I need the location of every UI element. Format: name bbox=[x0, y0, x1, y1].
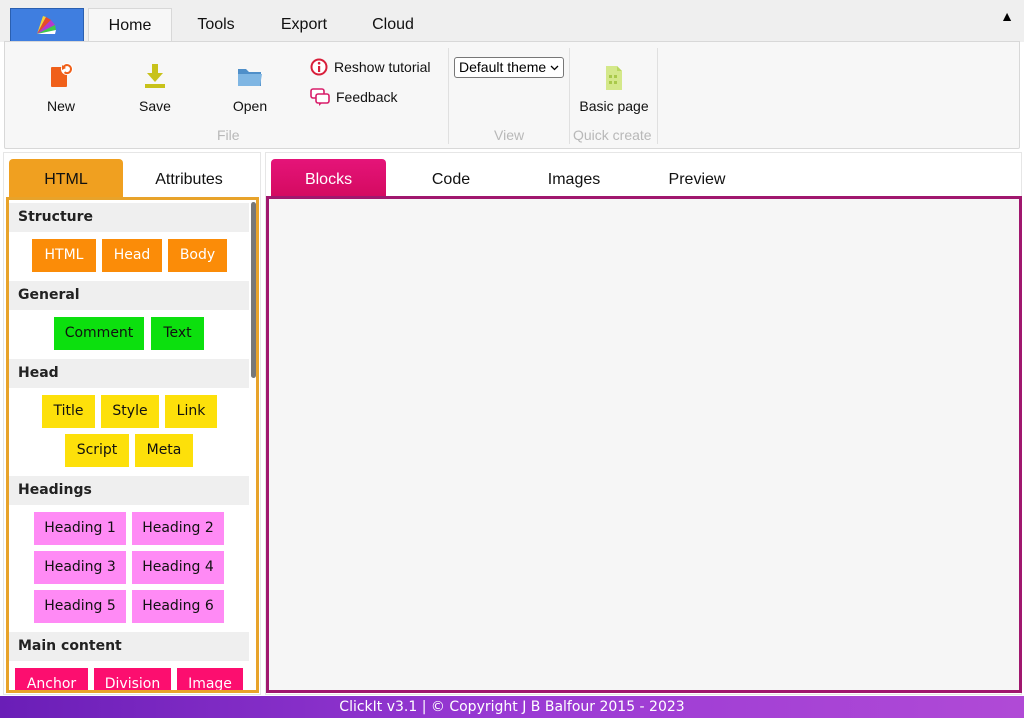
new-button[interactable]: New bbox=[41, 60, 81, 114]
block-comment[interactable]: Comment bbox=[54, 317, 144, 350]
tab-code[interactable]: Code bbox=[391, 159, 511, 197]
ribbon-tab-tools[interactable]: Tools bbox=[180, 8, 252, 42]
ribbon-tab-bar: Home Tools Export Cloud ▲ bbox=[0, 0, 1024, 43]
reshow-tutorial-label: Reshow tutorial bbox=[334, 59, 431, 75]
block-heading-4[interactable]: Heading 4 bbox=[132, 551, 224, 584]
blocks-palette: Structure HTML Head Body General Comment… bbox=[6, 197, 259, 693]
block-heading-5[interactable]: Heading 5 bbox=[34, 590, 126, 623]
info-icon bbox=[310, 58, 328, 76]
ribbon-separator bbox=[448, 48, 449, 144]
section-title-general: General bbox=[9, 281, 249, 310]
basic-page-icon bbox=[606, 66, 622, 90]
block-html[interactable]: HTML bbox=[32, 239, 96, 272]
basic-page-label: Basic page bbox=[579, 98, 649, 114]
save-icon bbox=[145, 64, 165, 88]
new-file-icon bbox=[51, 63, 73, 87]
right-pane: Blocks Code Images Preview bbox=[265, 152, 1022, 695]
tab-blocks[interactable]: Blocks bbox=[271, 159, 386, 197]
ribbon-tab-export[interactable]: Export bbox=[266, 8, 342, 42]
view-group-label: View bbox=[494, 127, 525, 143]
app-logo[interactable] bbox=[10, 8, 84, 42]
theme-select[interactable]: Default theme bbox=[454, 57, 564, 78]
palette-scrollbar[interactable] bbox=[251, 202, 256, 378]
block-heading-1[interactable]: Heading 1 bbox=[34, 512, 126, 545]
open-folder-icon bbox=[238, 69, 262, 86]
block-body[interactable]: Body bbox=[168, 239, 227, 272]
feedback-label: Feedback bbox=[336, 89, 398, 105]
block-division[interactable]: Division bbox=[94, 668, 171, 690]
section-title-head: Head bbox=[9, 359, 249, 388]
ribbon-separator bbox=[657, 48, 658, 144]
tab-preview[interactable]: Preview bbox=[637, 159, 757, 197]
save-button[interactable]: Save bbox=[133, 60, 177, 114]
ribbon-separator bbox=[569, 48, 570, 144]
feedback-icon bbox=[310, 88, 330, 106]
tab-html[interactable]: HTML bbox=[9, 159, 123, 197]
tab-attributes[interactable]: Attributes bbox=[129, 159, 249, 197]
block-heading-3[interactable]: Heading 3 bbox=[34, 551, 126, 584]
new-label: New bbox=[46, 98, 75, 114]
theme-select-value: Default theme bbox=[459, 59, 547, 75]
section-title-structure: Structure bbox=[9, 203, 249, 232]
block-script[interactable]: Script bbox=[65, 434, 129, 467]
section-title-headings: Headings bbox=[9, 476, 249, 505]
app-logo-icon bbox=[37, 16, 56, 34]
open-label: Open bbox=[232, 98, 268, 114]
block-heading-6[interactable]: Heading 6 bbox=[132, 590, 224, 623]
block-image[interactable]: Image bbox=[177, 668, 243, 690]
ribbon-tab-cloud[interactable]: Cloud bbox=[356, 8, 430, 42]
block-link[interactable]: Link bbox=[165, 395, 217, 428]
ribbon-panel: New Save Open Reshow tutorial Feedback F… bbox=[4, 41, 1020, 149]
quick-create-group-label: Quick create bbox=[573, 127, 652, 143]
save-label: Save bbox=[139, 98, 171, 114]
block-heading-2[interactable]: Heading 2 bbox=[132, 512, 224, 545]
left-pane: HTML Attributes Structure HTML Head Body… bbox=[3, 152, 261, 695]
feedback-button[interactable]: Feedback bbox=[310, 88, 397, 106]
block-meta[interactable]: Meta bbox=[135, 434, 193, 467]
chevron-down-icon bbox=[550, 65, 559, 71]
block-text[interactable]: Text bbox=[151, 317, 204, 350]
section-title-main-content: Main content bbox=[9, 632, 249, 661]
basic-page-button[interactable]: Basic page bbox=[577, 64, 651, 114]
block-anchor[interactable]: Anchor bbox=[15, 668, 88, 690]
open-button[interactable]: Open bbox=[227, 60, 273, 114]
blocks-workspace[interactable] bbox=[266, 196, 1022, 693]
collapse-ribbon-toggle[interactable]: ▲ bbox=[1000, 8, 1014, 24]
footer: ClickIt v3.1 | © Copyright J B Balfour 2… bbox=[0, 696, 1024, 718]
block-style[interactable]: Style bbox=[101, 395, 159, 428]
ribbon-tab-home[interactable]: Home bbox=[88, 8, 172, 43]
block-head[interactable]: Head bbox=[102, 239, 162, 272]
block-title[interactable]: Title bbox=[42, 395, 95, 428]
reshow-tutorial-button[interactable]: Reshow tutorial bbox=[310, 58, 431, 76]
tab-images[interactable]: Images bbox=[514, 159, 634, 197]
file-group-label: File bbox=[217, 127, 240, 143]
